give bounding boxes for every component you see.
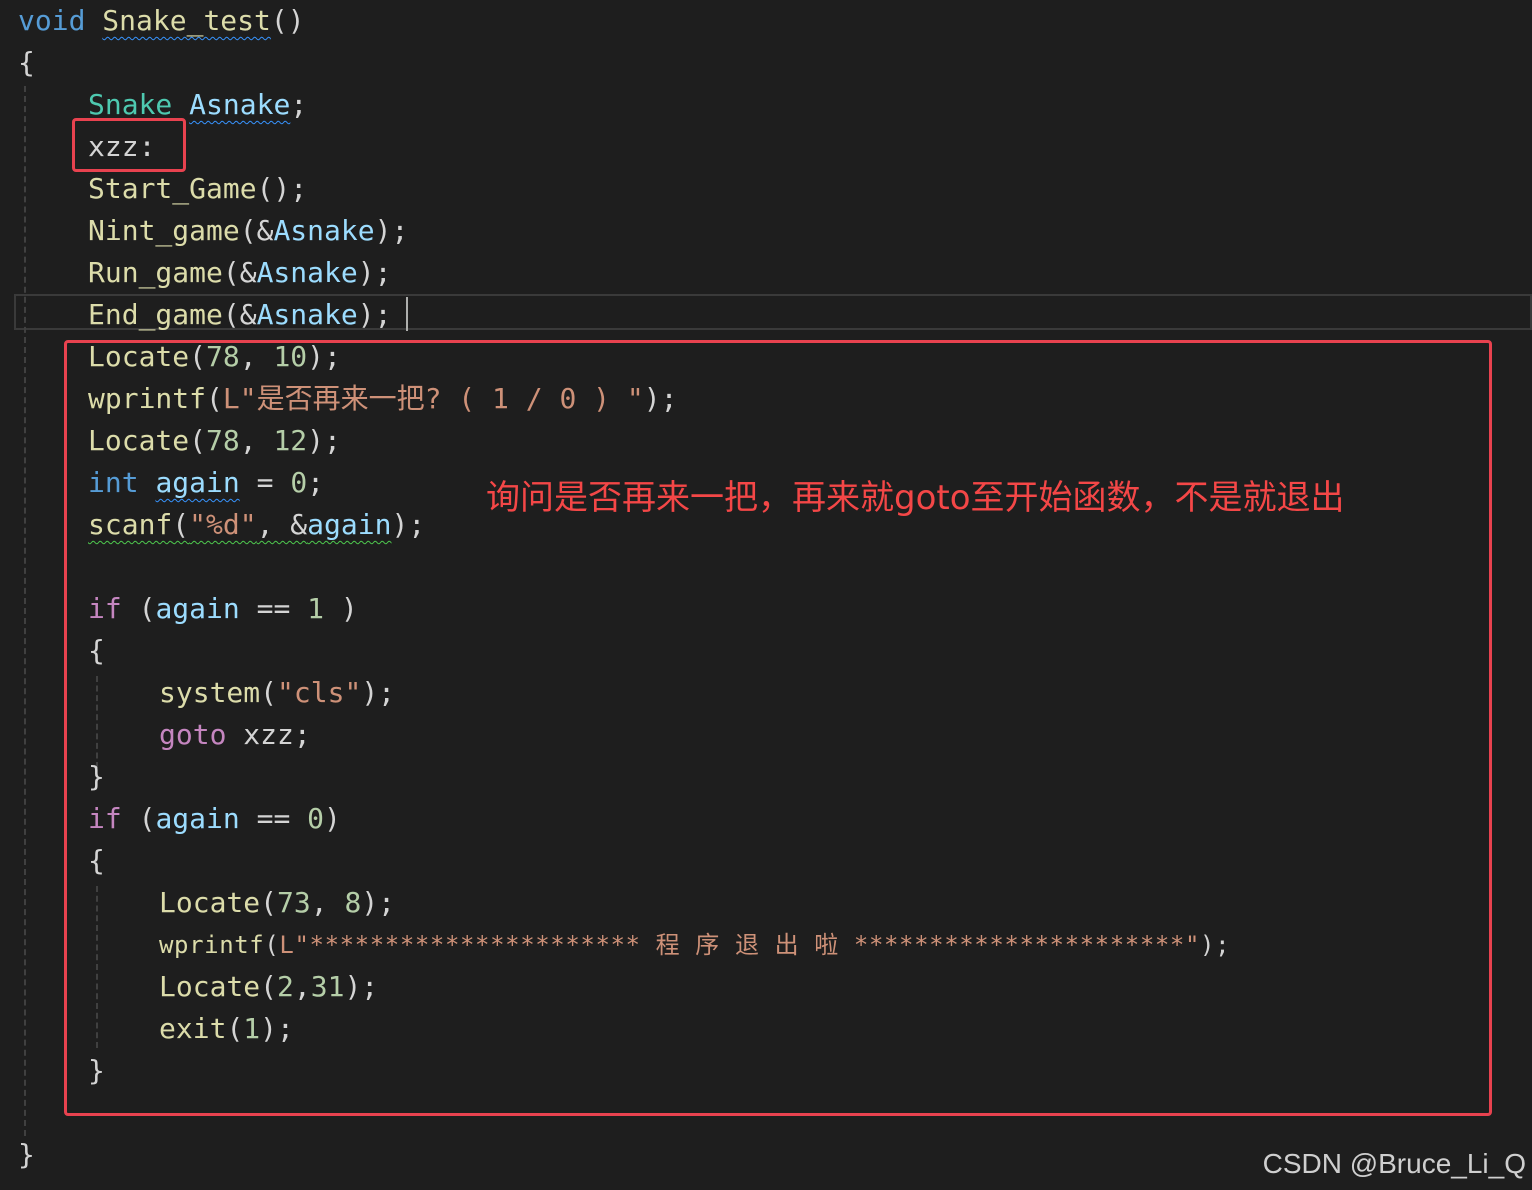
function-call: End_game	[88, 298, 223, 331]
type-name: Snake	[88, 88, 173, 121]
punctuation: );	[374, 214, 409, 247]
keyword-void: void	[18, 4, 86, 37]
brace: {	[18, 46, 35, 79]
code-line[interactable]: Nint_game(&Asnake);	[88, 210, 408, 252]
function-call: Nint_game	[88, 214, 240, 247]
code-line[interactable]: void Snake_test()	[18, 0, 305, 42]
punctuation: (&	[222, 256, 257, 289]
watermark: CSDN @Bruce_Li_Q	[1262, 1148, 1526, 1179]
function-call: Run_game	[88, 256, 223, 289]
brace: }	[18, 1138, 35, 1171]
code-line[interactable]: Start_Game();	[88, 168, 307, 210]
punctuation: ;	[290, 88, 308, 121]
code-line[interactable]: End_game(&Asnake);	[88, 294, 391, 336]
function-name: Snake_test	[102, 4, 271, 37]
text-cursor	[406, 297, 408, 331]
punctuation: ();	[256, 172, 308, 205]
punctuation: );	[357, 256, 392, 289]
code-highlight-box	[64, 340, 1492, 1116]
punctuation: );	[357, 298, 392, 331]
code-line[interactable]: Run_game(&Asnake);	[88, 252, 391, 294]
annotation-text: 询问是否再来一把，再来就goto至开始函数，不是就退出	[486, 478, 1345, 518]
indent-guide	[24, 86, 26, 1136]
variable: Asnake	[256, 256, 358, 289]
variable: Asnake	[189, 88, 291, 121]
label-highlight-box	[72, 118, 186, 172]
code-line[interactable]: {	[18, 42, 35, 84]
punctuation: (&	[239, 214, 274, 247]
function-call: Start_Game	[88, 172, 257, 205]
punctuation: ()	[270, 4, 305, 37]
variable: Asnake	[273, 214, 375, 247]
punctuation: (&	[222, 298, 257, 331]
code-line[interactable]: }	[18, 1134, 35, 1176]
code-editor[interactable]: void Snake_test() { Snake Asnake; xzz: S…	[0, 0, 1532, 1190]
variable: Asnake	[256, 298, 358, 331]
